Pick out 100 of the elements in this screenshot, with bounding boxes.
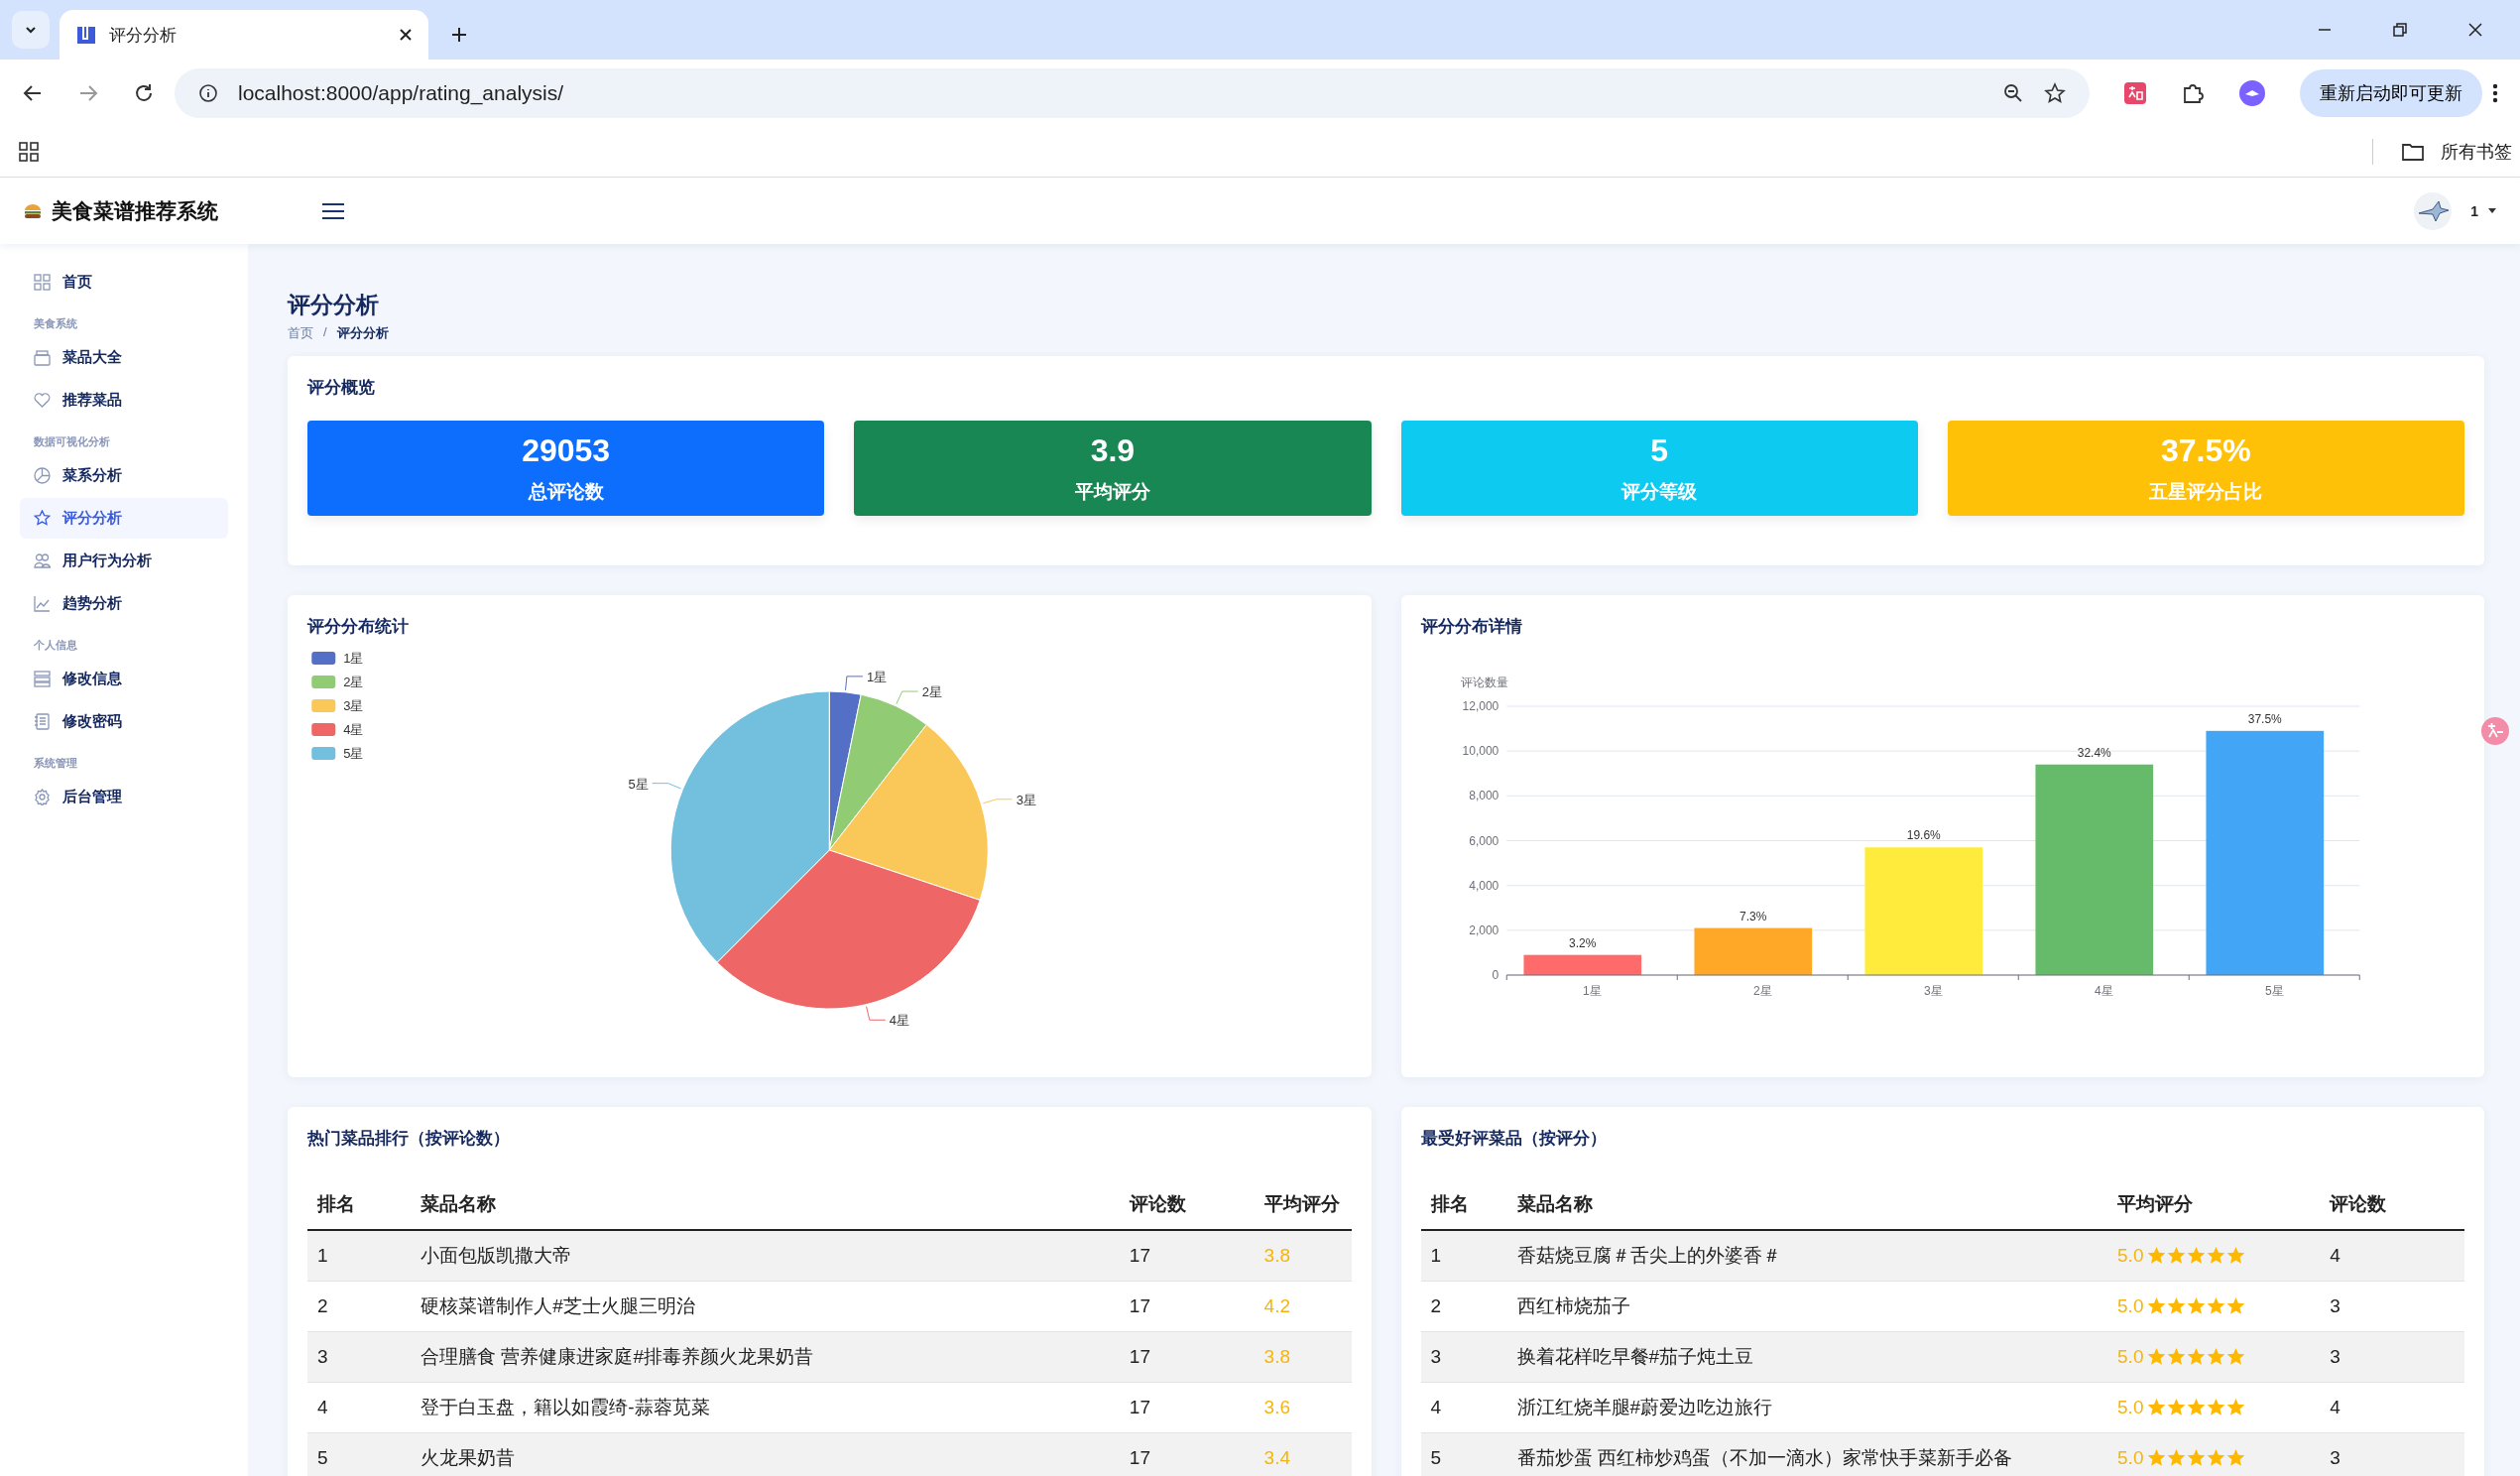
category-label: 4星 [2094, 984, 2113, 998]
stat-label: 平均评分 [1074, 479, 1150, 504]
table-cell: 4 [2320, 1230, 2464, 1282]
tick-label: 8,000 [1468, 789, 1499, 803]
zoom-icon[interactable] [2002, 82, 2024, 104]
nav-icon [34, 510, 51, 527]
leader-line [982, 799, 1014, 804]
star-icon [2226, 1297, 2246, 1315]
sidebar-section-label: 数据可视化分析 [33, 434, 111, 449]
sidebar-item[interactable]: 推荐菜品 [20, 380, 228, 421]
sidebar-item[interactable]: 趋势分析 [20, 583, 228, 624]
sidebar-section-label: 美食系统 [33, 316, 78, 331]
sidebar-item[interactable]: 用户行为分析 [20, 541, 228, 581]
leader-line [896, 690, 919, 705]
new-tab-icon[interactable] [450, 26, 468, 44]
table-cell: 西红柿烧茄子 [1506, 1281, 2108, 1332]
tick-label: 6,000 [1468, 833, 1499, 848]
legend-item[interactable]: 5星 [311, 746, 364, 761]
star-icon [2187, 1247, 2207, 1265]
caret-icon[interactable] [2488, 207, 2496, 214]
bookmarks-label[interactable]: 所有书签 [2441, 140, 2512, 164]
update-button[interactable]: 重新启动即可更新 [2300, 69, 2482, 117]
user-name[interactable]: 1 [2470, 202, 2478, 219]
breadcrumb-item[interactable]: 首页 [288, 324, 313, 342]
table-cell: 3 [2320, 1281, 2464, 1332]
table-cell: 4 [1420, 1382, 1507, 1433]
star-icon [2207, 1399, 2226, 1416]
folder-icon[interactable] [2401, 142, 2425, 162]
burger-icon [24, 202, 42, 219]
stat-value: 37.5% [2161, 431, 2251, 469]
close-icon[interactable] [399, 28, 413, 42]
slice-label: 1星 [866, 669, 888, 684]
restore-icon[interactable] [2392, 22, 2408, 38]
card-title: 最受好评菜品（按评分） [1420, 1128, 1608, 1150]
nav-icon [34, 671, 51, 687]
table-cell: 换着花样吃早餐#茄子炖土豆 [1506, 1331, 2108, 1383]
stat-value: 29053 [522, 431, 611, 469]
sidebar-item[interactable]: 菜系分析 [20, 455, 228, 496]
nav-icon [34, 392, 51, 409]
sidebar-item[interactable]: 评分分析 [20, 498, 228, 539]
table-cell: 5 [1420, 1432, 1507, 1476]
more-icon[interactable] [2492, 82, 2498, 104]
sidebar-item[interactable]: 首页 [20, 262, 228, 303]
category-label: 2星 [1752, 984, 1772, 998]
table-cell: 3.4 [1254, 1432, 1352, 1476]
rating-value: 5.0 [2117, 1447, 2144, 1469]
browser-tab[interactable]: 评分分析 [60, 10, 428, 60]
rating-value: 5.0 [2117, 1295, 2144, 1317]
table-cell: 2 [1420, 1281, 1507, 1332]
legend-item[interactable]: 3星 [311, 698, 364, 713]
legend-item[interactable]: 1星 [311, 651, 364, 666]
star-icon [2207, 1297, 2226, 1315]
bird-avatar-icon[interactable] [2413, 190, 2454, 231]
profile-avatar-icon[interactable] [2238, 79, 2266, 107]
table-cell: 17 [1119, 1281, 1255, 1332]
value-label: 7.3% [1739, 909, 1766, 923]
close-icon[interactable] [2467, 22, 2483, 38]
tick-label: 4,000 [1468, 878, 1499, 893]
logo-icon [75, 24, 97, 46]
value-label: 19.6% [1906, 828, 1941, 843]
sidebar-item[interactable]: 后台管理 [20, 777, 228, 817]
nav-icon [34, 713, 51, 730]
sidebar-section-label: 系统管理 [33, 756, 78, 771]
table-cell: 3 [2320, 1432, 2464, 1476]
star-icon[interactable] [2044, 82, 2066, 104]
table-cell: 4.2 [1254, 1281, 1352, 1332]
star-icon [2147, 1399, 2167, 1416]
tab-title: 评分分析 [109, 24, 178, 47]
slice-label: 5星 [628, 776, 649, 792]
star-icon [2207, 1449, 2226, 1467]
star-icon [2187, 1399, 2207, 1416]
reload-icon[interactable] [133, 82, 155, 104]
star-icon [2226, 1449, 2246, 1467]
star-icon [2187, 1348, 2207, 1366]
breadcrumb-item: 评分分析 [336, 324, 389, 342]
rating-value: 5.0 [2117, 1397, 2144, 1418]
card-title: 评分概览 [307, 377, 376, 399]
puzzle-icon[interactable] [2181, 81, 2205, 105]
legend-item[interactable]: 2星 [311, 675, 364, 689]
sidebar-item[interactable]: 修改信息 [20, 659, 228, 699]
slice-label: 2星 [921, 684, 942, 700]
table-cell: 3.6 [1254, 1382, 1352, 1433]
star-icon [2147, 1348, 2167, 1366]
nav-icon [34, 467, 51, 484]
address-bar[interactable]: localhost:8000/app/rating_analysis/ [175, 68, 2090, 118]
nav-icon [34, 349, 51, 366]
legend-item[interactable]: 4星 [311, 722, 364, 737]
star-icon [2226, 1399, 2246, 1416]
table-cell: 硬核菜谱制作人#芝士火腿三明治 [411, 1281, 1120, 1332]
extension-icon[interactable] [2123, 81, 2147, 105]
sidebar-item[interactable]: 菜品大全 [20, 337, 228, 378]
star-icon [2167, 1247, 2187, 1265]
table-cell: 合理膳食 营养健康进家庭#排毒养颜火龙果奶昔 [411, 1331, 1120, 1383]
sidebar-item[interactable]: 修改密码 [20, 701, 228, 742]
url-text: localhost:8000/app/rating_analysis/ [238, 81, 564, 105]
table-cell: 3 [307, 1331, 412, 1383]
tick-label: 0 [1492, 968, 1499, 982]
stat-value: 5 [1650, 431, 1668, 469]
apps-grid-icon[interactable] [18, 141, 40, 163]
menu-icon[interactable] [321, 200, 345, 221]
